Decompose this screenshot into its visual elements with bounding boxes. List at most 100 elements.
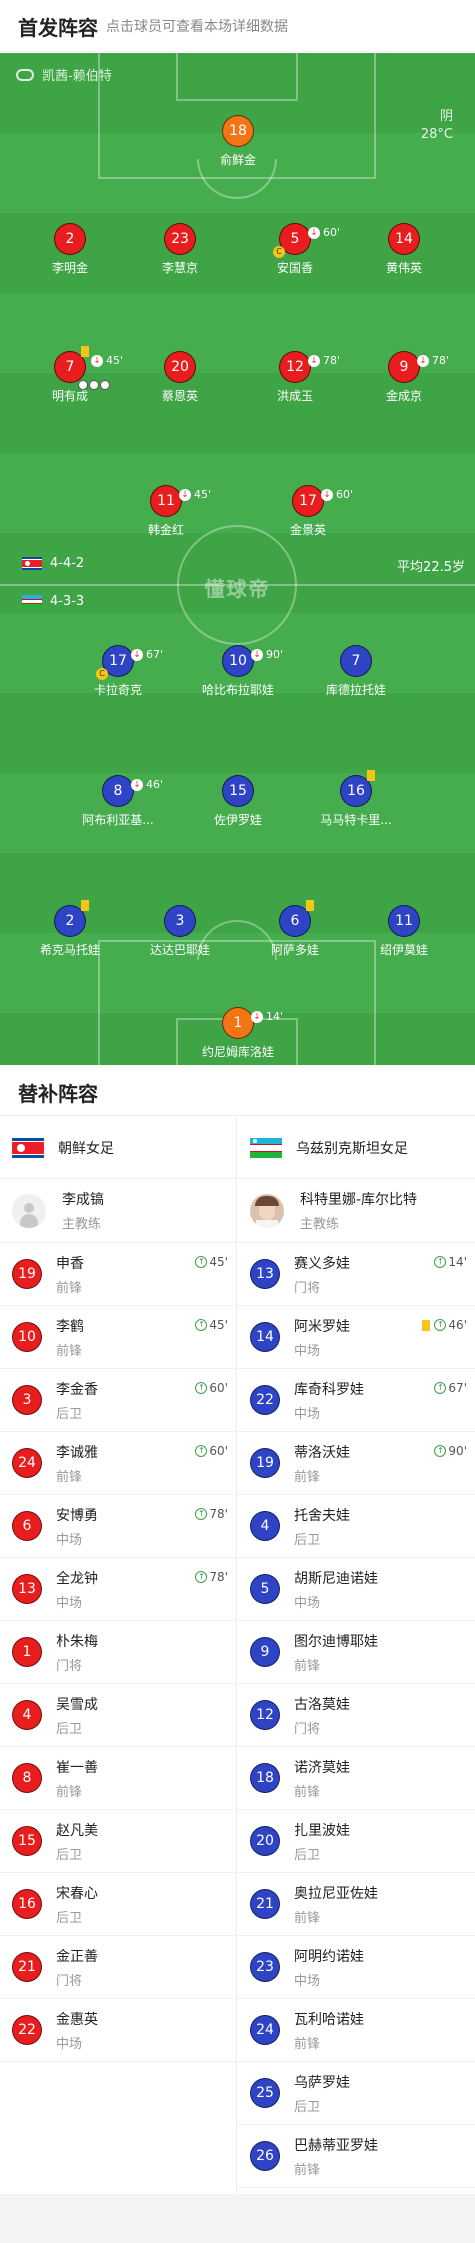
player-number: 9 ↓ 78'	[388, 351, 449, 383]
away-formation-value: 4-3-3	[50, 594, 85, 609]
substitution-minute: 60'	[209, 1381, 228, 1395]
substitute-row[interactable]: 25 乌萨罗娃 后卫	[238, 2062, 475, 2125]
substitute-row[interactable]: 4 托舍夫娃 后卫	[238, 1495, 475, 1558]
substitute-row[interactable]: 1 朴朱梅 门将	[0, 1621, 236, 1684]
home-player[interactable]: 18 俞鲜金	[183, 115, 293, 168]
away-player[interactable]: 17 ↓ 67' C 卡拉奇克	[63, 645, 173, 698]
home-coach-row[interactable]: 李成镐 主教练	[0, 1179, 236, 1243]
substitute-row[interactable]: 4 吴雪成 后卫	[0, 1684, 236, 1747]
away-player[interactable]: 8 ↓ 46' 阿布利亚基...	[63, 775, 173, 828]
away-coach-row[interactable]: 科特里娜-库尔比特 主教练	[238, 1179, 475, 1243]
player-number: 3	[164, 905, 196, 937]
player-name: 朴朱梅	[56, 1633, 98, 1650]
player-name: 全龙钟	[56, 1570, 98, 1587]
away-coach-name: 科特里娜-库尔比特	[300, 1192, 418, 1208]
substitute-row[interactable]: 14 阿米罗娃 中场 ↑ 46'	[238, 1306, 475, 1369]
yellow-card-icon	[81, 900, 89, 911]
football-icon	[78, 380, 88, 390]
substitute-row[interactable]: 24 瓦利哈诺娃 前锋	[238, 1999, 475, 2062]
player-number: 4	[12, 1700, 42, 1730]
player-position: 门将	[56, 1658, 83, 1674]
player-number: 5 ↓ 60' C	[273, 223, 340, 258]
substitute-row[interactable]: 10 李鹤 前锋 ↑ 45'	[0, 1306, 236, 1369]
substitute-row[interactable]: 12 古洛莫娃 门将	[238, 1684, 475, 1747]
away-team-row[interactable]: 乌兹别克斯坦女足	[238, 1117, 475, 1179]
substitute-row[interactable]: 6 安博勇 中场 ↑ 78'	[0, 1495, 236, 1558]
away-player[interactable]: 16 马马特卡里...	[301, 770, 411, 828]
substitution-event: ↓ 14'	[251, 1002, 283, 1032]
player-number: 21	[250, 1889, 280, 1919]
player-number: 8 ↓ 46'	[102, 775, 163, 807]
player-position: 中场	[294, 1406, 321, 1422]
home-player[interactable]: 23 李慧京	[125, 223, 235, 276]
yellow-card-icon	[81, 346, 89, 357]
player-position: 前锋	[294, 1658, 321, 1674]
home-subs-column: 朝鲜女足 李成镐 主教练 19 申香 前锋 ↑ 45' 10 李鹤 前锋 ↑ 45' 3 李金香 后卫 ↑…	[0, 1117, 237, 2194]
player-number: 1 ↓ 14'	[222, 1007, 283, 1039]
home-player[interactable]: 20 蔡恩英	[125, 351, 235, 404]
player-number: 24	[12, 1448, 42, 1478]
home-player[interactable]: 14 黄伟英	[349, 223, 459, 276]
substitute-row[interactable]: 22 库奇科罗娃 中场 ↑ 67'	[238, 1369, 475, 1432]
substitute-row[interactable]: 19 蒂洛沃娃 前锋 ↑ 90'	[238, 1432, 475, 1495]
away-player[interactable]: 6 阿萨多娃	[240, 900, 350, 958]
substitute-row[interactable]: 19 申香 前锋 ↑ 45'	[0, 1243, 236, 1306]
substitute-row[interactable]: 20 扎里波娃 后卫	[238, 1810, 475, 1873]
substitute-row[interactable]: 21 奥拉尼亚佐娃 前锋	[238, 1873, 475, 1936]
substitute-row[interactable]: 26 巴赫蒂亚罗娃 前锋	[238, 2125, 475, 2188]
away-player[interactable]: 2 希克马托娃	[15, 900, 125, 958]
player-number: 19	[250, 1448, 280, 1478]
player-number: 19	[12, 1259, 42, 1289]
player-number: 14	[250, 1322, 280, 1352]
yellow-card-icon	[306, 900, 314, 911]
away-player[interactable]: 7 库德拉托娃	[301, 645, 411, 698]
default-avatar-icon	[12, 1193, 46, 1228]
home-team-row[interactable]: 朝鲜女足	[0, 1117, 236, 1179]
home-player[interactable]: 9 ↓ 78' 金成京	[349, 351, 459, 404]
home-player[interactable]: 5 ↓ 60' C 安国香	[240, 223, 350, 276]
home-player[interactable]: 2 李明金	[15, 223, 125, 276]
player-number: 11 ↓ 45'	[150, 485, 211, 517]
substitution-minute: 45'	[209, 1255, 228, 1269]
substitute-row[interactable]: 3 李金香 后卫 ↑ 60'	[0, 1369, 236, 1432]
player-name: 俞鲜金	[219, 153, 256, 167]
home-player[interactable]: 17 ↓ 60' 金景英	[253, 485, 363, 538]
player-number: 15	[12, 1826, 42, 1856]
player-number: 12	[250, 1700, 280, 1730]
player-number: 10	[12, 1322, 42, 1352]
player-position: 门将	[294, 1280, 321, 1296]
substitution-off-icon: ↓	[251, 649, 263, 661]
home-player[interactable]: 7 ↓ 45' 明有成	[15, 346, 125, 404]
substitute-row[interactable]: 24 李诚雅 前锋 ↑ 60'	[0, 1432, 236, 1495]
substitute-row[interactable]: 15 赵凡美 后卫	[0, 1810, 236, 1873]
footer-spacer	[0, 2194, 475, 2243]
home-player[interactable]: 11 ↓ 45' 韩金红	[111, 485, 221, 538]
player-number: 24	[250, 2015, 280, 2045]
player-name: 诺济莫娃	[294, 1759, 350, 1776]
player-position: 前锋	[56, 1784, 83, 1800]
away-player[interactable]: 3 达达巴耶娃	[125, 905, 235, 958]
away-player[interactable]: 11 绍伊莫娃	[349, 905, 459, 958]
substitution-on-icon: ↑	[195, 1382, 208, 1394]
away-subs-column: 乌兹别克斯坦女足 科特里娜-库尔比特 主教练 13 赛义多娃 门将 ↑ 14' 14 阿米罗…	[238, 1117, 475, 2188]
substitute-row[interactable]: 23 阿明约诺娃 中场	[238, 1936, 475, 1999]
substitute-row[interactable]: 21 金正善 门将	[0, 1936, 236, 1999]
substitute-row[interactable]: 13 全龙钟 中场 ↑ 78'	[0, 1558, 236, 1621]
north-korea-flag-icon	[22, 557, 42, 570]
substitute-row[interactable]: 8 崔一善 前锋	[0, 1747, 236, 1810]
substitute-row[interactable]: 9 图尔迪博耶娃 前锋	[238, 1621, 475, 1684]
substitution-event: ↓ 45'	[179, 480, 211, 510]
away-player[interactable]: 10 ↓ 90' 哈比布拉耶娃	[183, 645, 293, 698]
home-player[interactable]: 12 ↓ 78' 洪成玉	[240, 351, 350, 404]
away-player[interactable]: 15 佐伊罗娃	[183, 775, 293, 828]
player-name: 胡斯尼迪诺娃	[294, 1570, 378, 1587]
away-player[interactable]: 1 ↓ 14' 约尼姆库洛娃	[183, 1007, 293, 1060]
substitution-off-icon: ↓	[131, 779, 143, 791]
substitute-row[interactable]: 5 胡斯尼迪诺娃 中场	[238, 1558, 475, 1621]
player-position: 后卫	[56, 1721, 83, 1737]
substitute-row[interactable]: 18 诺济莫娃 前锋	[238, 1747, 475, 1810]
substitution-off-icon: ↓	[251, 1011, 263, 1023]
substitute-row[interactable]: 13 赛义多娃 门将 ↑ 14'	[238, 1243, 475, 1306]
substitute-row[interactable]: 22 金惠英 中场	[0, 1999, 236, 2062]
substitute-row[interactable]: 16 宋春心 后卫	[0, 1873, 236, 1936]
